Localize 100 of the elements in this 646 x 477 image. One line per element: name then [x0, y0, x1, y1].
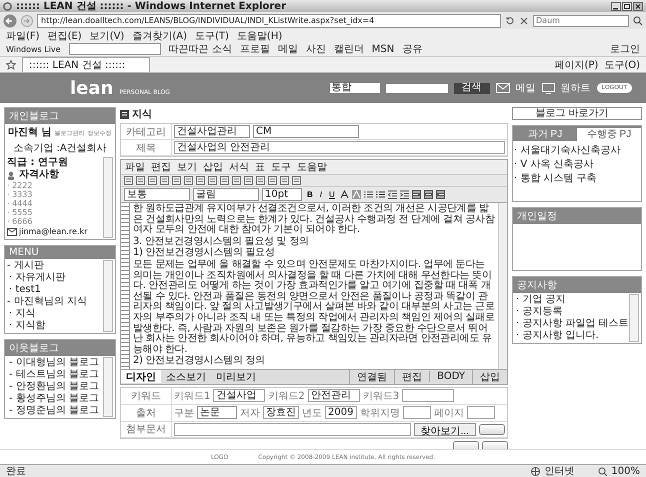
title-field[interactable]: 건설사업의 안전관리 — [174, 141, 505, 154]
live-search-field[interactable] — [68, 43, 161, 55]
back-icon[interactable] — [3, 14, 17, 28]
notice-link[interactable]: · 공지사항 입니다. — [515, 330, 629, 342]
email-address[interactable]: jinma@lean.re.kr — [19, 226, 88, 238]
format-button[interactable]: B — [305, 190, 315, 199]
neighbor-blog-link[interactable]: - 황성주님의 블로그 — [7, 393, 103, 405]
action-button[interactable] — [479, 424, 505, 435]
keyword-field[interactable]: 건설사업 — [213, 389, 266, 402]
close-icon[interactable] — [633, 2, 643, 10]
neighbor-blog-link[interactable]: - 안정환님의 블로그 — [7, 381, 103, 393]
toolbar-link[interactable]: 따끈따끈 소식 — [168, 42, 232, 56]
align-center-icon[interactable] — [424, 190, 433, 199]
keyword-field[interactable]: 안전관리 — [308, 389, 360, 402]
subcategory-select[interactable]: CM — [253, 125, 359, 138]
editor-menu-item[interactable]: 도구 — [271, 160, 291, 174]
blog-shortcut-select[interactable]: 블로그 바로가기 — [512, 107, 642, 120]
browse-button[interactable]: 찾아보기... — [414, 422, 476, 436]
address-field[interactable]: http://lean.doalltech.com/LEANS/BLOG/INDIVIDUAL/INDI_KListWrite.aspx?set_idx=4 — [37, 14, 501, 28]
menu-item[interactable]: 즐겨찾기(A) — [132, 28, 187, 42]
author-field[interactable]: 장효진 — [263, 406, 299, 420]
search-scope-select[interactable]: 통합 — [330, 83, 380, 93]
menu-link[interactable]: · test1 — [7, 284, 103, 296]
menu-item[interactable]: 편집(E) — [48, 28, 82, 42]
minimize-icon[interactable] — [611, 2, 621, 10]
menu-category[interactable]: - 게시판 — [7, 260, 103, 272]
site-search-field[interactable] — [386, 84, 448, 92]
forward-icon[interactable] — [21, 14, 33, 26]
neighbor-blog-link[interactable]: - 정명준님의 블로그 — [7, 405, 103, 417]
menu-link[interactable]: · 자유게시판 — [7, 272, 103, 284]
header-link[interactable]: 메일 — [516, 81, 536, 95]
scrollbar[interactable] — [103, 260, 113, 332]
editor-area[interactable] — [121, 202, 507, 369]
attachment-field[interactable] — [174, 422, 411, 436]
menu-item[interactable]: 보기(V) — [90, 28, 124, 42]
command-button[interactable]: 도구(O) — [604, 58, 640, 72]
neighbor-blog-link[interactable]: - 이대형님의 블로그 — [7, 357, 103, 369]
menu-link[interactable]: · 지식함 — [7, 320, 103, 332]
project-link[interactable]: · 서울대기숙사신축공사 — [513, 143, 641, 157]
project-link[interactable]: · V 사옥 신축공사 — [513, 157, 641, 171]
project-tab[interactable]: 수행중 PJ — [577, 128, 641, 141]
editor-menu-item[interactable]: 삽입 — [203, 160, 223, 174]
indent-icon[interactable] — [400, 190, 409, 199]
header-link[interactable]: 원하트 — [560, 81, 591, 95]
project-link[interactable]: · 통합 시스템 구축 — [513, 171, 641, 185]
scrollbar[interactable] — [103, 157, 113, 238]
source-type-select[interactable]: 논문 — [197, 406, 237, 420]
star-icon[interactable] — [6, 60, 16, 70]
zoom-level[interactable]: 100% — [611, 466, 640, 476]
menu-item[interactable]: 파일(F) — [6, 28, 40, 42]
page-field[interactable] — [467, 406, 495, 420]
monitor-icon[interactable] — [542, 82, 555, 94]
login-link[interactable]: 로그인 — [610, 42, 640, 56]
category-select[interactable]: 건설사업관리 — [174, 125, 250, 138]
toolbar-link[interactable]: 사진 — [306, 42, 326, 56]
toolbar-link[interactable]: 메일 — [278, 42, 298, 56]
editor-menu-item[interactable]: 서식 — [229, 160, 249, 174]
neighbor-blog-link[interactable]: - 테스트님의 블로그 — [7, 369, 103, 381]
degree-field[interactable] — [403, 406, 431, 420]
refresh-icon[interactable] — [505, 16, 515, 26]
scrollbar[interactable] — [498, 203, 507, 369]
search-button[interactable]: 검색 — [454, 82, 490, 94]
menu-link[interactable]: · 지식 — [7, 308, 103, 320]
outdent-icon[interactable] — [388, 190, 397, 199]
zoom-icon[interactable] — [598, 466, 608, 476]
toolbar-link[interactable]: 공유 — [402, 42, 422, 56]
command-button[interactable]: 페이지(P) — [554, 58, 598, 72]
size-select[interactable]: 10pt — [262, 188, 302, 201]
editor-menu-item[interactable]: 파일 — [125, 160, 145, 174]
style-select[interactable]: 보통 — [124, 188, 190, 201]
editor-tab[interactable]: 디자인 — [121, 370, 161, 384]
editor-menu-item[interactable]: 표 — [255, 160, 265, 174]
menu-item[interactable]: 도구(T) — [195, 28, 229, 42]
menu-category[interactable]: - 마진혁님의 지식 — [7, 296, 103, 308]
format-button[interactable]: I — [318, 190, 324, 199]
scrollbar[interactable] — [629, 294, 639, 342]
keyword-field[interactable] — [402, 389, 454, 402]
search-icon[interactable] — [633, 16, 643, 26]
format-button[interactable]: U — [327, 190, 337, 199]
notice-link[interactable]: · 기업 공지 — [515, 294, 629, 306]
envelope-icon[interactable] — [496, 83, 510, 93]
stop-icon[interactable] — [519, 16, 529, 26]
notice-link[interactable]: · 공지사항 파일업 테스트 — [515, 318, 629, 330]
editor-menu-item[interactable]: 도움말 — [297, 160, 327, 174]
maximize-icon[interactable] — [622, 2, 632, 10]
search-field[interactable]: Daum — [533, 14, 629, 26]
browser-tab[interactable]: :::::: LEAN 건설 :::::: — [22, 57, 150, 72]
numbered-list-icon[interactable] — [376, 190, 385, 199]
site-logo[interactable]: lean — [70, 78, 114, 98]
align-right-icon[interactable] — [436, 190, 445, 199]
bullet-list-icon[interactable] — [364, 190, 373, 199]
toolbar-link[interactable]: 캘린더 — [334, 42, 364, 56]
font-select[interactable]: 굴림 — [193, 188, 259, 201]
year-field[interactable]: 2009 — [325, 406, 357, 420]
align-left-icon[interactable] — [412, 190, 421, 199]
text-color-icon[interactable] — [340, 190, 349, 199]
toolbar-link[interactable]: 프로필 — [240, 42, 270, 56]
menu-item[interactable]: 도움말(H) — [236, 28, 282, 42]
toolbar-link[interactable]: MSN — [372, 44, 394, 54]
editor-menu-item[interactable]: 보기 — [177, 160, 197, 174]
